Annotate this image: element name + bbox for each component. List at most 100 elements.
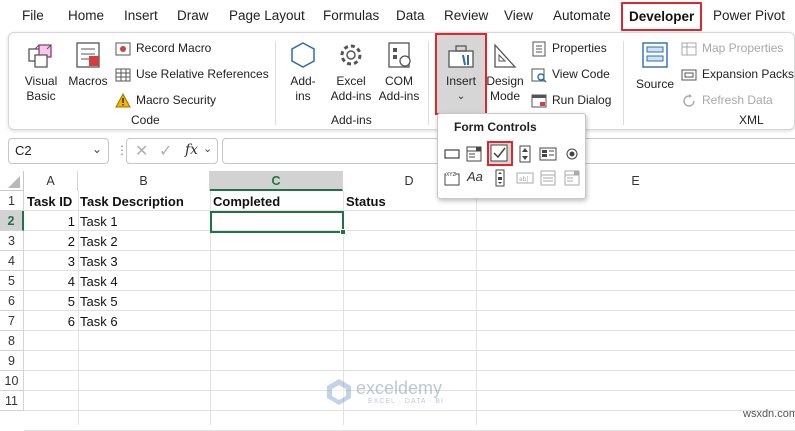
grid-line xyxy=(24,350,795,351)
cell-task-description[interactable]: Task 4 xyxy=(80,272,118,292)
visual-basic-icon xyxy=(28,44,52,68)
tab-formulas[interactable]: Formulas xyxy=(323,0,379,30)
button-control-icon[interactable] xyxy=(443,145,461,163)
cell-task-id[interactable]: 3 xyxy=(24,252,75,272)
group-box-control-icon[interactable]: XYZ xyxy=(443,169,461,187)
row-header-3[interactable]: 3 xyxy=(0,231,24,251)
view-code-label: View Code xyxy=(552,67,610,81)
design-mode-label-2: Mode xyxy=(489,89,521,103)
chevron-down-icon[interactable]: ⌄ xyxy=(92,142,102,156)
label-control-icon[interactable]: Aa xyxy=(467,169,483,184)
combo-drop-down-edit-control-icon[interactable] xyxy=(563,169,581,187)
insert-function-icon[interactable]: fx xyxy=(185,142,198,158)
com-add-ins-button[interactable]: COM Add-ins xyxy=(375,39,423,104)
row-header-7[interactable]: 7 xyxy=(0,311,24,331)
row-header-5[interactable]: 5 xyxy=(0,271,24,291)
grid-line xyxy=(24,330,795,331)
cell-task-description[interactable]: Task 5 xyxy=(80,292,118,312)
row-header-6[interactable]: 6 xyxy=(0,291,24,311)
run-dialog-label: Run Dialog xyxy=(552,93,612,107)
excel-add-ins-label-1: Excel xyxy=(336,74,366,88)
properties-button[interactable]: Properties xyxy=(531,40,607,57)
tab-insert[interactable]: Insert xyxy=(124,0,158,30)
refresh-data-button[interactable]: Refresh Data xyxy=(681,92,773,109)
grid-line xyxy=(24,410,795,411)
option-button-control-icon[interactable] xyxy=(563,145,581,163)
row-header-11[interactable]: 11 xyxy=(0,391,24,411)
row-header-8[interactable]: 8 xyxy=(0,331,24,351)
active-cell-c2[interactable] xyxy=(210,211,344,233)
tab-draw[interactable]: Draw xyxy=(177,0,209,30)
tab-data[interactable]: Data xyxy=(396,0,425,30)
tab-view[interactable]: View xyxy=(504,0,533,30)
grid-line xyxy=(24,310,795,311)
tab-home[interactable]: Home xyxy=(68,0,104,30)
ribbon: Visual Basic Macros Record Macro Use Rel… xyxy=(8,32,795,130)
cell-task-id[interactable]: 1 xyxy=(24,212,75,232)
column-header-b[interactable]: B xyxy=(78,171,210,191)
scroll-bar-control-icon[interactable] xyxy=(491,169,509,187)
header-task-description[interactable]: Task Description xyxy=(80,192,184,212)
expansion-packs-button[interactable]: Expansion Packs xyxy=(681,66,794,83)
row-header-4[interactable]: 4 xyxy=(0,251,24,271)
cell-task-id[interactable]: 4 xyxy=(24,272,75,292)
tab-page-layout[interactable]: Page Layout xyxy=(229,0,305,30)
excel-add-ins-label-2: Add-ins xyxy=(330,89,372,103)
cell-task-description[interactable]: Task 1 xyxy=(80,212,118,232)
row-header-9[interactable]: 9 xyxy=(0,351,24,371)
text-field-control-icon[interactable]: ab| xyxy=(516,169,534,187)
row-header-2[interactable]: 2 xyxy=(0,211,24,231)
cell-task-id[interactable]: 2 xyxy=(24,232,75,252)
macros-label: Macros xyxy=(68,74,108,88)
macros-button[interactable]: Macros xyxy=(66,39,110,89)
visual-basic-button[interactable]: Visual Basic xyxy=(19,39,63,104)
tab-developer[interactable]: Developer xyxy=(621,2,703,31)
header-task-id[interactable]: Task ID xyxy=(27,192,72,212)
run-dialog-button[interactable]: Run Dialog xyxy=(531,92,611,109)
fill-handle[interactable] xyxy=(340,229,346,235)
insert-controls-button[interactable]: Insert ⌄ xyxy=(435,33,487,115)
expansion-packs-icon xyxy=(681,69,697,81)
combo-box-control-icon[interactable] xyxy=(465,145,483,163)
relative-references-button[interactable]: Use Relative References xyxy=(115,66,269,83)
form-controls-title: Form Controls xyxy=(454,120,537,134)
separator xyxy=(275,41,276,125)
column-header-c[interactable]: C xyxy=(210,171,343,191)
cancel-icon[interactable]: ✕ xyxy=(135,141,148,161)
excel-add-ins-button[interactable]: Excel Add-ins xyxy=(327,39,375,104)
row-header-10[interactable]: 10 xyxy=(0,371,24,391)
source-button[interactable]: Source xyxy=(633,39,677,92)
tab-file[interactable]: File xyxy=(22,0,44,30)
column-header-a[interactable]: A xyxy=(24,171,78,191)
list-box-control-icon[interactable] xyxy=(539,145,557,163)
name-box[interactable]: C2 ⌄ xyxy=(8,138,109,164)
tab-automate[interactable]: Automate xyxy=(553,0,611,30)
code-group-label: Code xyxy=(131,113,160,127)
macro-security-button[interactable]: Macro Security xyxy=(115,92,216,109)
add-ins-group-label: Add-ins xyxy=(331,113,372,127)
chevron-down-icon[interactable]: ⌄ xyxy=(203,142,212,155)
cell-task-description[interactable]: Task 6 xyxy=(80,312,118,332)
view-code-button[interactable]: View Code xyxy=(531,66,610,83)
add-ins-button[interactable]: Add- ins xyxy=(281,39,325,104)
cell-task-id[interactable]: 6 xyxy=(24,312,75,332)
check-box-control-highlight[interactable] xyxy=(487,141,513,166)
enter-icon[interactable]: ✓ xyxy=(159,141,172,161)
cell-task-description[interactable]: Task 2 xyxy=(80,232,118,252)
spin-button-control-icon[interactable] xyxy=(516,145,534,163)
tab-review[interactable]: Review xyxy=(444,0,488,30)
header-completed[interactable]: Completed xyxy=(213,192,280,212)
cell-task-id[interactable]: 5 xyxy=(24,292,75,312)
row-header-1[interactable]: 1 xyxy=(0,191,24,211)
exceldemy-logo xyxy=(327,379,351,405)
header-status[interactable]: Status xyxy=(346,192,386,212)
design-mode-button[interactable]: Design Mode xyxy=(483,39,527,104)
map-properties-button[interactable]: Map Properties xyxy=(681,40,783,57)
record-macro-button[interactable]: Record Macro xyxy=(115,40,211,57)
select-all-button[interactable] xyxy=(0,171,24,191)
combo-list-edit-control-icon[interactable] xyxy=(539,169,557,187)
tab-power-pivot[interactable]: Power Pivot xyxy=(713,0,785,30)
cell-task-description[interactable]: Task 3 xyxy=(80,252,118,272)
source-label: Source xyxy=(635,77,675,91)
site-watermark: wsxdn.com xyxy=(743,408,795,420)
